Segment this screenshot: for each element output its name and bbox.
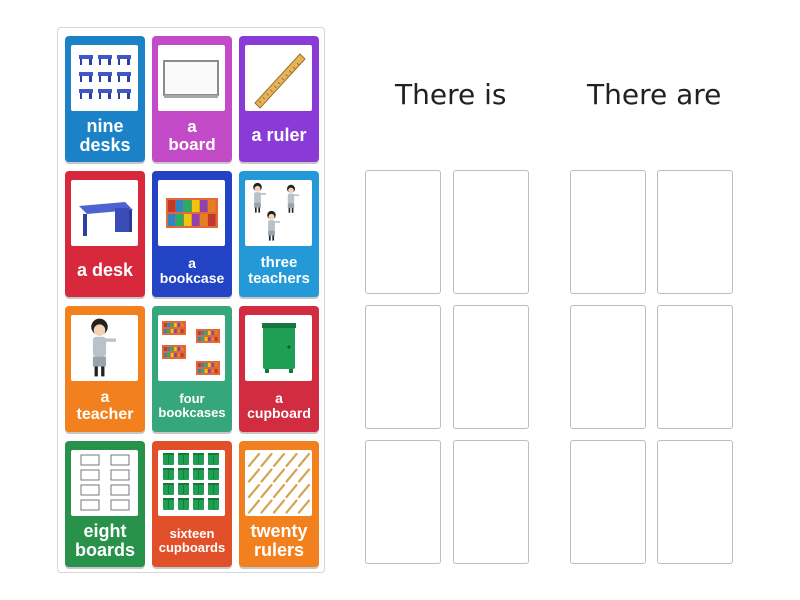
card-label: nine desks (79, 115, 131, 155)
card-eight-boards[interactable]: eight boards (65, 441, 145, 567)
desks-icon (71, 45, 138, 111)
there-is-drop-slot[interactable] (365, 170, 441, 294)
there-are-heading: There are (587, 78, 722, 111)
card-a-ruler[interactable]: a ruler (239, 36, 319, 162)
there-is-drop-slot[interactable] (365, 440, 441, 564)
there-are-drop-slot[interactable] (657, 305, 733, 429)
ruler-icon (245, 45, 312, 111)
card-label: twenty rulers (250, 520, 308, 560)
boards-icon (71, 450, 138, 516)
there-is-drop-slot[interactable] (453, 440, 529, 564)
bookcases-icon (158, 315, 225, 381)
cupboard-icon (245, 315, 312, 381)
teachers-icon (245, 180, 312, 246)
there-are-drop-slot[interactable] (570, 440, 646, 564)
card-a-cupboard[interactable]: a cupboard (239, 306, 319, 432)
card-label: a cupboard (247, 389, 311, 421)
card-label: four bookcases (158, 390, 226, 420)
card-label: sixteen cupboards (158, 525, 226, 555)
card-deck: nine desks a board a ruler a desk a bookca… (57, 27, 325, 573)
there-are-drop-slot[interactable] (570, 170, 646, 294)
there-are-drop-slot[interactable] (570, 305, 646, 429)
card-a-bookcase[interactable]: a bookcase (152, 171, 232, 297)
card-a-board[interactable]: a board (152, 36, 232, 162)
there-are-drop-slot[interactable] (657, 440, 733, 564)
card-a-desk[interactable]: a desk (65, 171, 145, 297)
bookcase-icon (158, 180, 225, 246)
teacher-icon (71, 315, 138, 381)
card-label: three teachers (248, 253, 310, 287)
card-label: a board (168, 116, 216, 154)
desk-icon (71, 180, 138, 246)
card-label: eight boards (74, 520, 135, 560)
card-a-teacher[interactable]: a teacher (65, 306, 145, 432)
card-four-bookcases[interactable]: four bookcases (152, 306, 232, 432)
there-are-drop-slot[interactable] (657, 170, 733, 294)
there-is-heading: There is (395, 78, 507, 111)
card-label: a bookcase (159, 254, 225, 286)
there-is-drop-slot[interactable] (453, 305, 529, 429)
card-label: a teacher (76, 388, 134, 423)
card-sixteen-cupboards[interactable]: sixteen cupboards (152, 441, 232, 567)
rulers-icon (245, 450, 312, 516)
card-label: a desk (76, 260, 134, 281)
cupboards-icon (158, 450, 225, 516)
there-is-drop-slot[interactable] (453, 170, 529, 294)
board-icon (158, 45, 225, 111)
card-nine-desks[interactable]: nine desks (65, 36, 145, 162)
card-label: a ruler (251, 125, 307, 146)
there-is-drop-slot[interactable] (365, 305, 441, 429)
card-twenty-rulers[interactable]: twenty rulers (239, 441, 319, 567)
card-three-teachers[interactable]: three teachers (239, 171, 319, 297)
